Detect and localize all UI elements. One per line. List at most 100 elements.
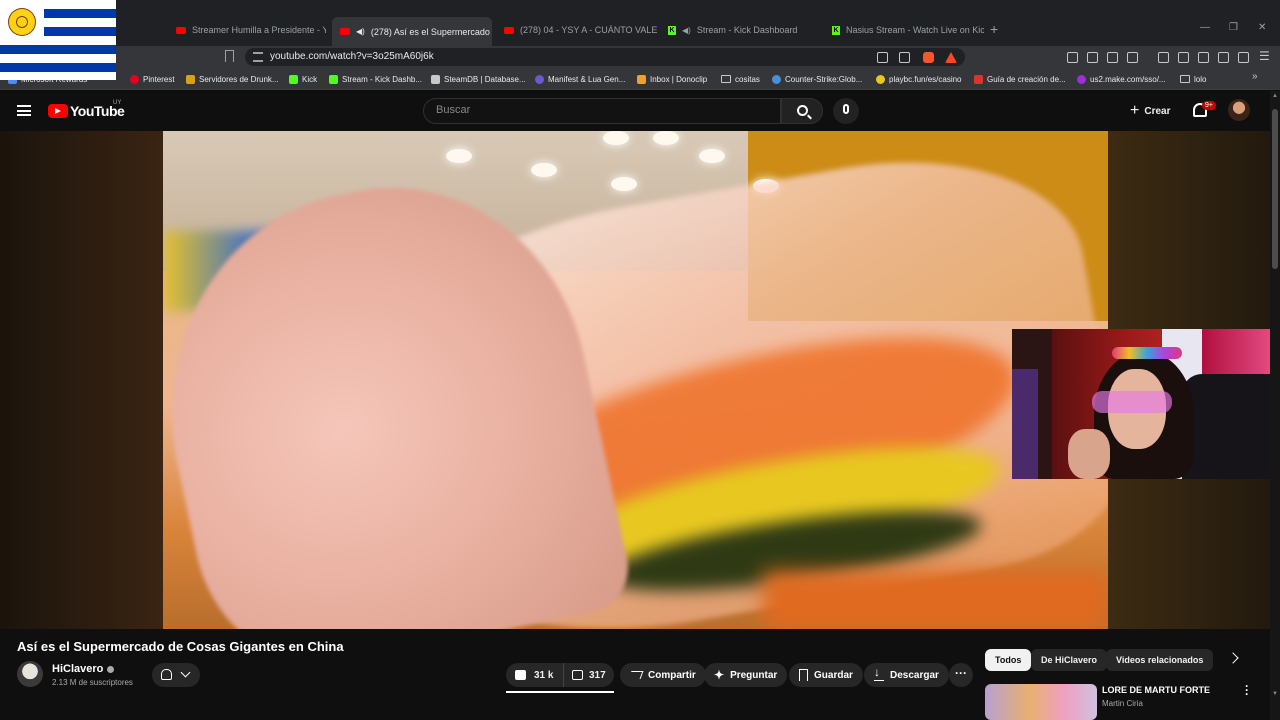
scroll-down-icon[interactable]: ▼ [1272, 691, 1278, 697]
chip-videos-relacionados[interactable]: Videos relacionados [1106, 649, 1214, 671]
bookmark-make[interactable]: us2.make.com/sso/... [1077, 72, 1166, 86]
ceiling-light [611, 177, 637, 191]
flag-stripe [0, 45, 116, 54]
search-box[interactable] [423, 98, 781, 124]
brave-rewards-icon[interactable] [945, 52, 957, 63]
channel-avatar[interactable] [17, 661, 43, 687]
download-button[interactable]: Descargar [864, 663, 949, 687]
more-bookmarks-icon[interactable]: » [1252, 71, 1258, 82]
ceiling-light [531, 163, 557, 177]
new-tab-icon[interactable]: + [990, 21, 998, 37]
url-text[interactable]: youtube.com/watch?v=3o25mA60j6k [270, 51, 434, 62]
dislike-button[interactable]: 317 [563, 663, 614, 687]
dislike-count: 317 [589, 669, 606, 681]
save-button[interactable]: Guardar [789, 663, 863, 687]
like-button[interactable]: 31 k [506, 663, 562, 687]
wallet-icon[interactable] [1198, 52, 1209, 63]
voice-search-button[interactable] [833, 98, 859, 124]
bookmark-label: Stream - Kick Dashb... [342, 74, 423, 84]
vpn-icon[interactable] [1238, 52, 1249, 63]
recommendation-channel[interactable]: Martin Ciria [1102, 699, 1143, 708]
leo-icon[interactable] [1218, 52, 1229, 63]
like-count: 31 k [534, 669, 554, 681]
tab-ysy-a[interactable]: (278) 04 - YSY A - CUÁNTO VALE HA [496, 19, 658, 41]
window-close-icon[interactable]: ✕ [1258, 22, 1266, 33]
verified-icon [107, 665, 115, 673]
search-button[interactable] [781, 98, 823, 124]
bookmark-pinterest[interactable]: Pinterest [130, 72, 175, 86]
guide-icon [974, 74, 983, 84]
brave-shields-icon[interactable] [923, 52, 934, 63]
bookmark-kick[interactable]: Kick [289, 72, 317, 86]
recommendation-thumbnail[interactable] [985, 684, 1097, 720]
bookmark-kick-dashboard[interactable]: Stream - Kick Dashb... [329, 72, 422, 86]
media-icon[interactable] [1158, 52, 1169, 63]
steamdb-icon [431, 74, 440, 84]
share-label: Compartir [648, 669, 696, 681]
video-frame[interactable] [163, 131, 1108, 629]
sidebar-icon[interactable] [1178, 52, 1189, 63]
extension-icon[interactable] [1127, 52, 1138, 63]
tab-kick-dashboard[interactable]: K ◀) Stream - Kick Dashboard [660, 19, 820, 41]
chip-de-hiclavero[interactable]: De HiClavero [1031, 649, 1108, 671]
minimize-icon[interactable]: — [1200, 22, 1210, 33]
scrollbar-thumb[interactable] [1272, 109, 1278, 269]
site-info-icon[interactable] [253, 52, 263, 62]
recommendation-title[interactable]: LORE DE MARTU FORTE [1102, 685, 1210, 695]
account-avatar[interactable] [1228, 99, 1250, 121]
bookmark-steamdb[interactable]: SteamDB | Database... [431, 72, 526, 86]
ask-button[interactable]: ✦ Preguntar [704, 663, 788, 687]
download-icon [874, 665, 884, 681]
extension-icon[interactable] [1067, 52, 1078, 63]
hamburger-menu-icon[interactable] [17, 105, 31, 116]
menu-icon[interactable]: ☰ [1259, 49, 1270, 63]
chip-todos[interactable]: Todos [985, 649, 1032, 671]
bookmark-icon[interactable] [225, 50, 234, 62]
extension-icon[interactable] [1087, 52, 1098, 63]
bookmark-counter-strike[interactable]: Counter-Strike:Glob... [772, 72, 862, 86]
chevron-right-icon[interactable] [1227, 652, 1239, 664]
bookmark-donoclip[interactable]: Inbox | Donoclip [637, 72, 707, 86]
share-page-icon[interactable] [899, 52, 910, 63]
share-button[interactable]: Compartir [620, 663, 706, 687]
tab-title: (278) 04 - YSY A - CUÁNTO VALE HA [520, 25, 658, 35]
tab-streamer-humilla[interactable]: Streamer Humilla a Presidente - YouT [168, 19, 326, 41]
folder-icon [721, 75, 731, 83]
kick-icon: K [832, 25, 840, 35]
speaker-icon[interactable]: ◀) [682, 26, 691, 35]
cast-icon[interactable] [877, 52, 888, 63]
channel-name[interactable]: HiClavero [52, 663, 115, 675]
bookmark-cositas[interactable]: cositas [721, 72, 760, 86]
youtube-logo-icon[interactable] [48, 104, 68, 118]
omnibox[interactable]: youtube.com/watch?v=3o25mA60j6k [245, 48, 965, 66]
ceiling-light [653, 131, 679, 145]
subscription-bell-button[interactable] [152, 663, 200, 687]
save-icon [799, 669, 808, 681]
bookmark-lolo[interactable]: lolo [1180, 72, 1206, 86]
recommendation-menu-icon[interactable]: · · · [1244, 680, 1250, 700]
speaker-icon[interactable]: ◀) [356, 27, 365, 36]
bookmark-servidores[interactable]: Servidores de Drunk... [186, 72, 279, 86]
pinterest-icon [130, 74, 139, 84]
channel-name-text: HiClavero [52, 663, 104, 675]
maximize-icon[interactable]: ❐ [1229, 22, 1238, 33]
country-code: UY [113, 100, 122, 106]
folder-icon [1180, 75, 1190, 83]
scroll-up-icon[interactable]: ▲ [1272, 93, 1278, 99]
more-actions-icon[interactable]: ··· [949, 663, 973, 687]
video-player[interactable] [0, 131, 1270, 629]
bookmark-playbc[interactable]: playbc.fun/es/casino [876, 72, 962, 86]
ceiling-light [446, 149, 472, 163]
youtube-icon [176, 26, 186, 34]
page-scrollbar[interactable]: ▲ ▼ [1270, 91, 1280, 720]
tab-supermercado[interactable]: ◀) (278) Así es el Supermercado ✕ [332, 17, 492, 46]
create-button[interactable]: + Crear [1122, 99, 1178, 123]
ambient-glow-left [0, 131, 163, 629]
bookmark-guia[interactable]: Guía de creación de... [974, 72, 1066, 86]
plus-icon: + [1130, 102, 1140, 119]
tab-nasius-stream[interactable]: K Nasius Stream - Watch Live on Kick [824, 19, 984, 41]
bookmark-manifest[interactable]: Manifest & Lua Gen... [535, 72, 625, 86]
extension-icon[interactable] [1107, 52, 1118, 63]
thumbs-up-icon [515, 670, 526, 680]
search-input[interactable] [436, 104, 766, 116]
